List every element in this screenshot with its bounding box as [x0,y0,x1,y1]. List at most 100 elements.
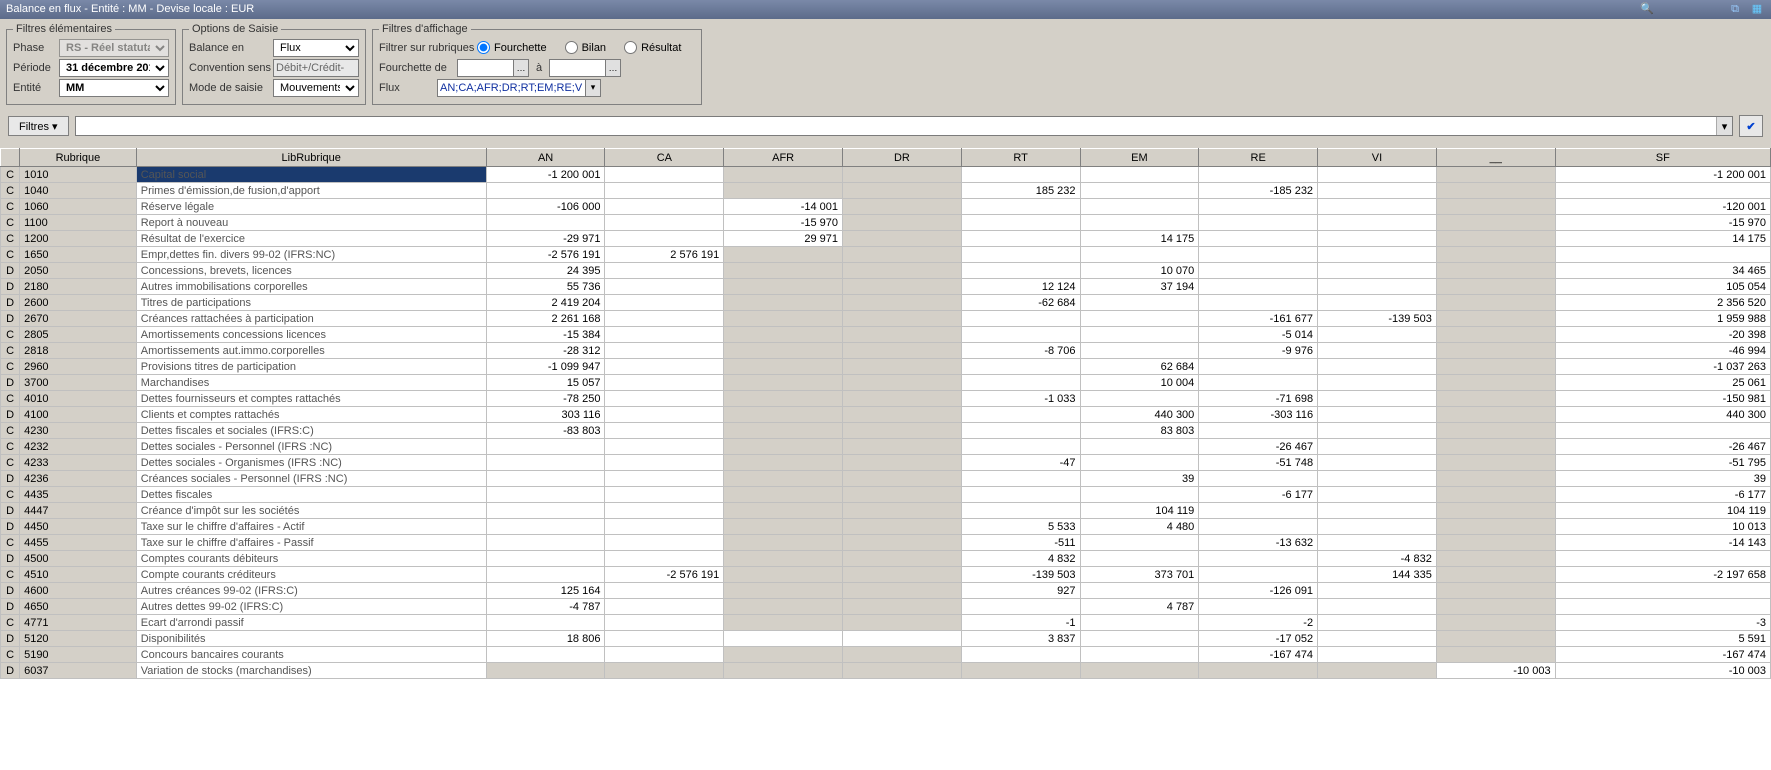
table-row[interactable]: C1650Empr,dettes fin. divers 99-02 (IFRS… [1,247,1771,263]
rubrique-cell[interactable]: 2670 [20,311,137,327]
value-cell[interactable] [843,359,962,375]
table-row[interactable]: D2670Créances rattachées à participation… [1,311,1771,327]
value-cell[interactable] [724,471,843,487]
value-cell[interactable] [961,167,1080,183]
value-cell[interactable] [1436,439,1555,455]
value-cell[interactable]: -51 795 [1555,455,1770,471]
value-cell[interactable] [724,375,843,391]
value-cell[interactable] [486,615,605,631]
value-cell[interactable] [1080,311,1199,327]
value-cell[interactable] [1555,423,1770,439]
value-cell[interactable] [1199,199,1318,215]
value-cell[interactable] [843,471,962,487]
value-cell[interactable]: 18 806 [486,631,605,647]
value-cell[interactable] [961,327,1080,343]
value-cell[interactable]: 4 787 [1080,599,1199,615]
rubrique-cell[interactable]: 1010 [20,167,137,183]
value-cell[interactable]: -161 677 [1199,311,1318,327]
rubrique-cell[interactable]: 6037 [20,663,137,679]
value-cell[interactable] [1318,231,1437,247]
librubrique-cell[interactable]: Autres dettes 99-02 (IFRS:C) [136,599,486,615]
librubrique-cell[interactable]: Clients et comptes rattachés [136,407,486,423]
value-cell[interactable] [1318,327,1437,343]
table-row[interactable]: D4500Comptes courants débiteurs4 832-4 8… [1,551,1771,567]
rubrique-cell[interactable]: 4650 [20,599,137,615]
value-cell[interactable] [1318,535,1437,551]
value-cell[interactable] [605,487,724,503]
rubrique-cell[interactable]: 1200 [20,231,137,247]
value-cell[interactable] [605,327,724,343]
table-row[interactable]: C4455Taxe sur le chiffre d'affaires - Pa… [1,535,1771,551]
value-cell[interactable] [843,215,962,231]
table-row[interactable]: C1060Réserve légale-106 000-14 001-120 0… [1,199,1771,215]
value-cell[interactable]: 3 837 [961,631,1080,647]
value-cell[interactable] [843,519,962,535]
value-cell[interactable] [961,263,1080,279]
value-cell[interactable]: -10 003 [1436,663,1555,679]
value-cell[interactable] [1199,247,1318,263]
value-cell[interactable]: -4 832 [1318,551,1437,567]
value-cell[interactable]: 10 070 [1080,263,1199,279]
value-cell[interactable] [1080,455,1199,471]
value-cell[interactable] [1318,391,1437,407]
value-cell[interactable] [1199,599,1318,615]
value-cell[interactable] [486,647,605,663]
value-cell[interactable] [1318,663,1437,679]
value-cell[interactable] [724,631,843,647]
radio-resultat[interactable]: Résultat [624,41,681,54]
value-cell[interactable] [843,327,962,343]
value-cell[interactable] [486,503,605,519]
value-cell[interactable] [724,247,843,263]
value-cell[interactable] [1555,183,1770,199]
librubrique-cell[interactable]: Dettes fiscales [136,487,486,503]
value-cell[interactable] [1318,615,1437,631]
value-cell[interactable] [843,391,962,407]
value-cell[interactable] [605,423,724,439]
value-cell[interactable] [843,423,962,439]
value-cell[interactable] [1436,487,1555,503]
value-cell[interactable] [605,375,724,391]
value-cell[interactable] [724,663,843,679]
value-cell[interactable] [724,327,843,343]
value-cell[interactable] [843,167,962,183]
value-cell[interactable] [961,599,1080,615]
value-cell[interactable] [843,615,962,631]
value-cell[interactable] [1555,599,1770,615]
value-cell[interactable]: 104 119 [1555,503,1770,519]
value-cell[interactable] [1318,247,1437,263]
value-cell[interactable] [605,311,724,327]
value-cell[interactable] [1318,215,1437,231]
table-row[interactable]: D4450Taxe sur le chiffre d'affaires - Ac… [1,519,1771,535]
table-row[interactable]: C4435Dettes fiscales-6 177-6 177 [1,487,1771,503]
librubrique-cell[interactable]: Disponibilités [136,631,486,647]
value-cell[interactable] [961,487,1080,503]
value-cell[interactable]: 4 480 [1080,519,1199,535]
value-cell[interactable]: 37 194 [1080,279,1199,295]
value-cell[interactable]: 144 335 [1318,567,1437,583]
value-cell[interactable]: -28 312 [486,343,605,359]
table-row[interactable]: C2818Amortissements aut.immo.corporelles… [1,343,1771,359]
value-cell[interactable]: -1 037 263 [1555,359,1770,375]
radio-bilan[interactable]: Bilan [565,41,606,54]
librubrique-cell[interactable]: Réserve légale [136,199,486,215]
flux-combo[interactable]: ▾ [437,79,601,97]
value-cell[interactable] [724,487,843,503]
value-cell[interactable] [724,615,843,631]
value-cell[interactable] [1080,183,1199,199]
value-cell[interactable] [961,199,1080,215]
librubrique-cell[interactable]: Dettes fiscales et sociales (IFRS:C) [136,423,486,439]
value-cell[interactable] [1436,391,1555,407]
value-cell[interactable]: 10 004 [1080,375,1199,391]
rubrique-cell[interactable]: 5190 [20,647,137,663]
rubrique-cell[interactable]: 2600 [20,295,137,311]
value-cell[interactable] [1080,487,1199,503]
column-header[interactable]: AN [486,149,605,167]
table-row[interactable]: D4447Créance d'impôt sur les sociétés104… [1,503,1771,519]
value-cell[interactable]: -2 576 191 [486,247,605,263]
value-cell[interactable]: -17 052 [1199,631,1318,647]
table-row[interactable]: C2960Provisions titres de participation-… [1,359,1771,375]
value-cell[interactable] [1080,295,1199,311]
value-cell[interactable] [1318,487,1437,503]
value-cell[interactable] [1080,247,1199,263]
value-cell[interactable] [1199,663,1318,679]
